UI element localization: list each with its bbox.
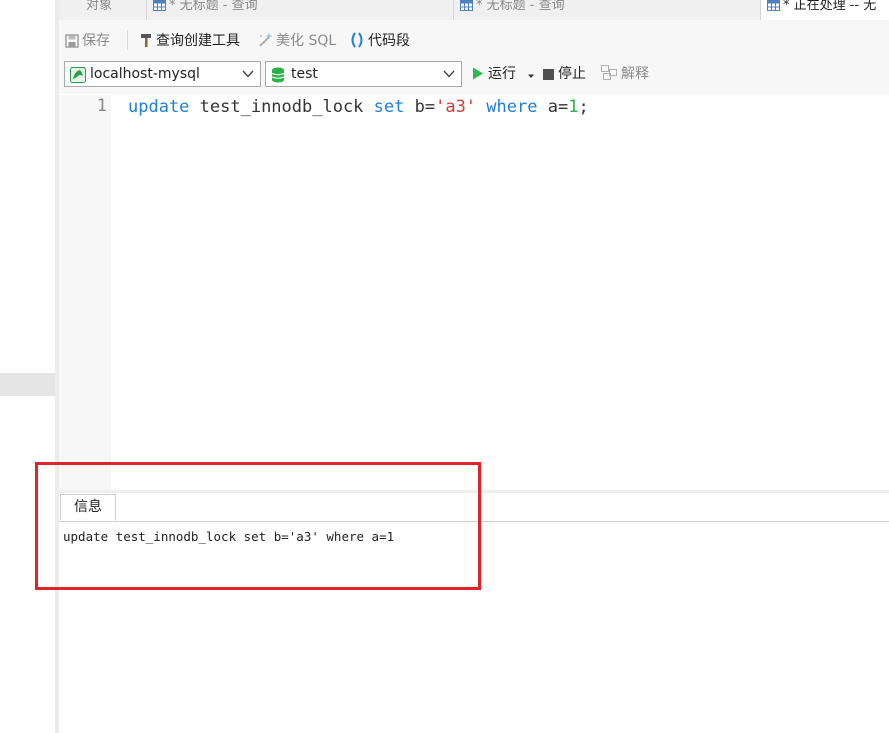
- magic-wand-icon: [259, 33, 273, 47]
- stop-icon: [543, 69, 554, 80]
- tab-untitled-query-2[interactable]: * 无标题 - 查询: [454, 0, 761, 20]
- toolbar-separator: [127, 30, 128, 50]
- line-number-gutter: 1: [59, 95, 111, 490]
- mysql-dolphin-icon: [70, 67, 86, 83]
- connection-select[interactable]: localhost-mysql: [64, 61, 261, 87]
- keyword-where: where: [486, 97, 538, 117]
- query-builder-label: 查询创建工具: [156, 33, 240, 49]
- database-select-value: test: [291, 66, 318, 82]
- tab-info[interactable]: 信息: [60, 494, 116, 521]
- hammer-icon: [141, 34, 151, 47]
- stop-button[interactable]: 停止: [543, 65, 586, 83]
- connection-select-value: localhost-mysql: [90, 66, 200, 82]
- keyword-update: update: [128, 97, 190, 117]
- sql-code-line: update test_innodb_lock set b='a3' where…: [128, 96, 589, 118]
- table-grid-icon: [460, 0, 473, 11]
- tab-label: * 无标题 - 查询: [169, 0, 258, 13]
- keyword-set: set: [373, 97, 405, 117]
- run-button[interactable]: 运行: [472, 65, 516, 83]
- caret-down-icon: [528, 74, 534, 78]
- explain-icon: [601, 65, 617, 80]
- line-number: 1: [96, 96, 107, 116]
- database-select[interactable]: test: [265, 61, 462, 87]
- save-label: 保存: [82, 33, 110, 49]
- play-icon: [473, 67, 483, 80]
- number-literal: 1: [568, 97, 579, 117]
- navigator-selected-row[interactable]: [0, 373, 55, 396]
- table-name: test_innodb_lock: [189, 97, 374, 117]
- beautify-sql-button[interactable]: 美化 SQL: [257, 32, 336, 50]
- beautify-sql-label: 美化 SQL: [276, 33, 337, 49]
- table-grid-icon: [767, 0, 780, 11]
- run-dropdown[interactable]: [527, 65, 539, 83]
- tab-label: * 无标题 - 查询: [476, 0, 565, 13]
- string-literal: 'a3': [435, 97, 477, 117]
- code-snippet-button[interactable]: 代码段: [349, 32, 410, 50]
- tab-label: * 正在处理 -- 无: [783, 0, 877, 13]
- sql-editor[interactable]: update test_innodb_lock set b='a3' where…: [111, 95, 889, 490]
- query-builder-button[interactable]: 查询创建工具: [139, 32, 240, 50]
- info-message: update test_innodb_lock set b='a3' where…: [63, 529, 395, 544]
- database-cylinder-icon: [271, 67, 285, 83]
- assign-b: b=: [404, 97, 436, 117]
- stop-label: 停止: [558, 66, 586, 82]
- object-navigator-pane: [0, 0, 55, 733]
- tab-processing[interactable]: * 正在处理 -- 无: [761, 0, 889, 20]
- tab-untitled-query-1[interactable]: * 无标题 - 查询: [147, 0, 454, 20]
- info-panel: update test_innodb_lock set b='a3' where…: [59, 522, 889, 733]
- explain-button[interactable]: 解释: [601, 65, 649, 83]
- save-button[interactable]: 保存: [65, 32, 110, 50]
- query-toolbar: 保存 查询创建工具 美化 SQL 代码段: [59, 20, 889, 60]
- connection-row: localhost-mysql test 运行 停止 解释: [59, 60, 889, 94]
- parentheses-icon: [351, 32, 363, 48]
- save-icon: [65, 34, 79, 48]
- result-tab-bar: 信息: [59, 493, 889, 522]
- table-grid-icon: [153, 0, 166, 11]
- statement-terminator: ;: [578, 97, 589, 117]
- tab-label: 对象: [86, 0, 113, 13]
- explain-label: 解释: [621, 66, 649, 82]
- condition-a: a=: [537, 97, 569, 117]
- code-snippet-label: 代码段: [368, 33, 410, 49]
- chevron-down-icon: [242, 70, 254, 78]
- tab-objects[interactable]: 对象: [59, 0, 147, 20]
- chevron-down-icon: [443, 70, 455, 78]
- run-label: 运行: [488, 66, 516, 82]
- tab-bar: 对象 * 无标题 - 查询 * 无标题 - 查询 * 正在处理 -- 无: [59, 0, 889, 20]
